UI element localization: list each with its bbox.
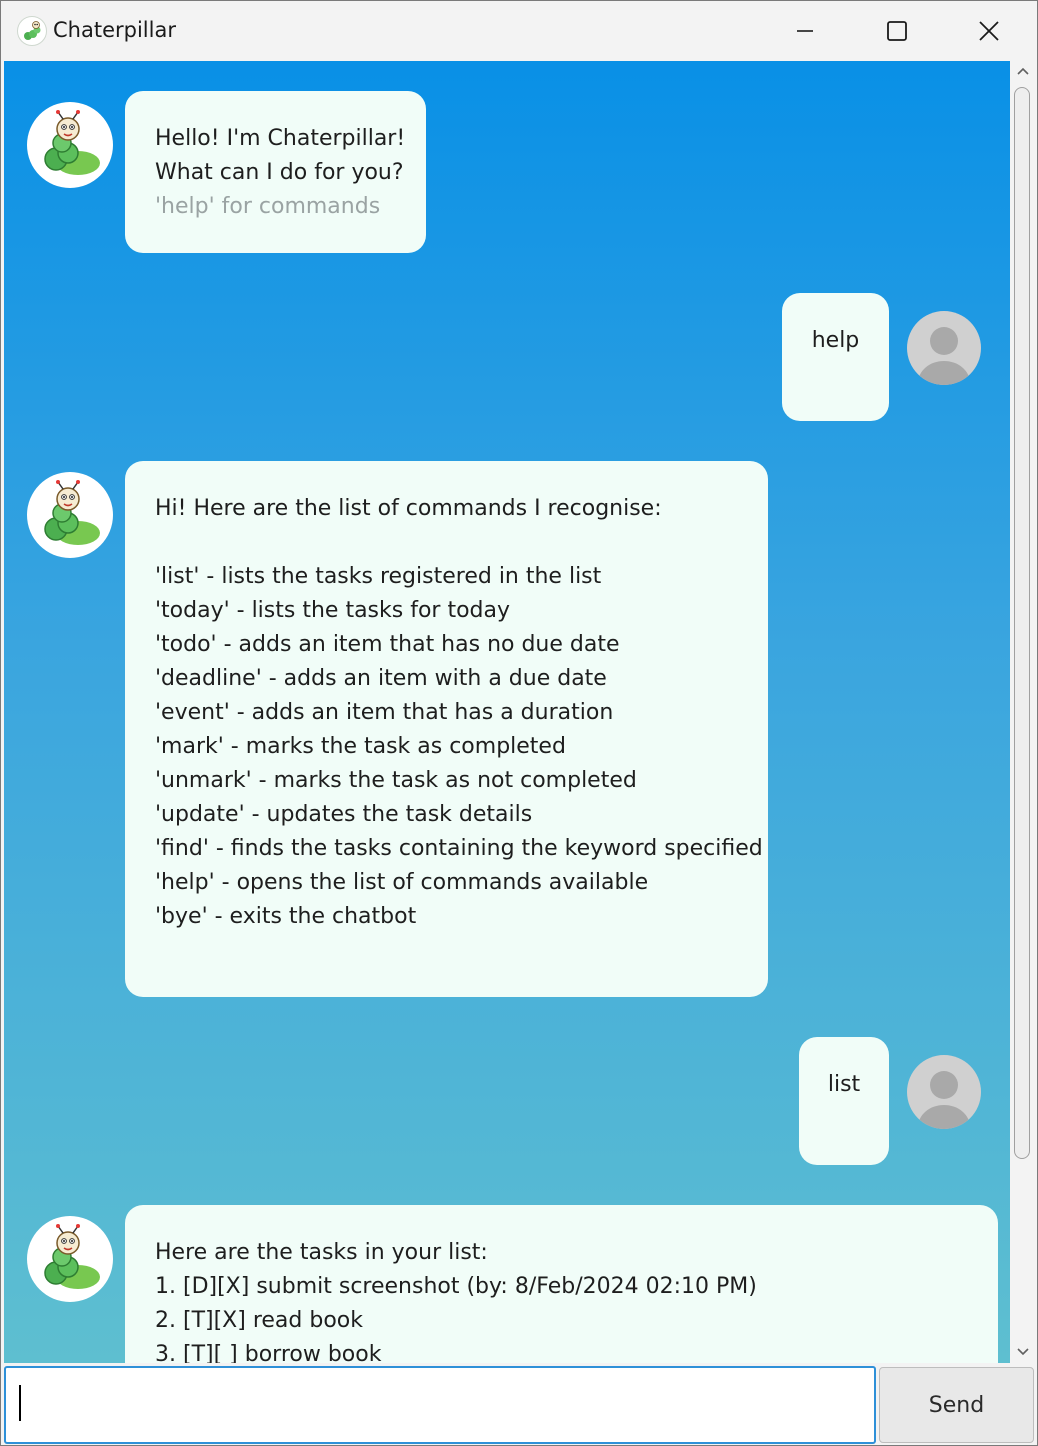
message-line: Hello! I'm Chaterpillar!	[155, 126, 406, 151]
message-line: What can I do for you?	[155, 160, 404, 185]
user-message-bubble: list	[799, 1037, 889, 1165]
minimize-icon	[797, 30, 813, 32]
message-line: 'unmark' - marks the task as not complet…	[155, 768, 637, 793]
message-line: 'find' - finds the tasks containing the …	[155, 836, 763, 861]
message-line: 'bye' - exits the chatbot	[155, 904, 417, 929]
vertical-scrollbar[interactable]	[1010, 61, 1036, 1363]
message-line: 2. [T][X] read book	[155, 1308, 363, 1333]
maximize-icon	[887, 21, 907, 41]
bot-message-bubble: Here are the tasks in your list: 1. [D][…	[125, 1205, 998, 1363]
message-line: 'today' - lists the tasks for today	[155, 598, 510, 623]
user-silhouette-icon	[907, 311, 981, 385]
message-line	[155, 526, 738, 560]
scroll-down-arrow-icon[interactable]	[1015, 1344, 1031, 1360]
text-caret	[19, 1385, 21, 1421]
message-line: list	[827, 1072, 861, 1097]
chat-scroll-pane[interactable]: Hello! I'm Chaterpillar! What can I do f…	[4, 61, 1010, 1363]
caterpillar-avatar	[27, 1216, 113, 1302]
message-line: 'mark' - marks the task as completed	[155, 734, 566, 759]
message-line: 'todo' - adds an item that has no due da…	[155, 632, 620, 657]
minimize-button[interactable]	[759, 1, 851, 61]
close-button[interactable]	[943, 1, 1035, 61]
app-window: Chaterpillar Hello! I'm Chaterpillar! Wh…	[0, 0, 1038, 1446]
title-bar[interactable]: Chaterpillar	[1, 1, 1037, 61]
message-line: help	[811, 328, 860, 353]
close-icon	[979, 21, 999, 41]
message-line: 3. [T][ ] borrow book	[155, 1342, 382, 1363]
user-silhouette-icon	[907, 1055, 981, 1129]
scroll-up-arrow-icon[interactable]	[1015, 63, 1031, 79]
caterpillar-icon	[17, 16, 47, 46]
message-line: 'event' - adds an item that has a durati…	[155, 700, 614, 725]
message-line: 'update' - updates the task details	[155, 802, 533, 827]
message-line: 'list' - lists the tasks registered in t…	[155, 564, 602, 589]
message-line: 'help' - opens the list of commands avai…	[155, 870, 649, 895]
message-line: Here are the tasks in your list:	[155, 1240, 488, 1265]
send-button[interactable]: Send	[879, 1367, 1034, 1443]
user-message-bubble: help	[782, 293, 889, 421]
caterpillar-avatar	[27, 472, 113, 558]
help-hint-text: 'help' for commands	[155, 194, 381, 219]
message-input[interactable]	[4, 1366, 876, 1444]
message-line: 1. [D][X] submit screenshot (by: 8/Feb/2…	[155, 1274, 757, 1299]
bot-message-bubble: Hi! Here are the list of commands I reco…	[125, 461, 768, 997]
message-line: 'deadline' - adds an item with a due dat…	[155, 666, 607, 691]
scrollbar-thumb[interactable]	[1014, 87, 1030, 1159]
input-bar: Send	[1, 1363, 1037, 1445]
bot-message-bubble: Hello! I'm Chaterpillar! What can I do f…	[125, 91, 426, 253]
window-title: Chaterpillar	[53, 18, 176, 42]
maximize-button[interactable]	[851, 1, 943, 61]
message-line: Hi! Here are the list of commands I reco…	[155, 496, 662, 521]
caterpillar-avatar	[27, 102, 113, 188]
